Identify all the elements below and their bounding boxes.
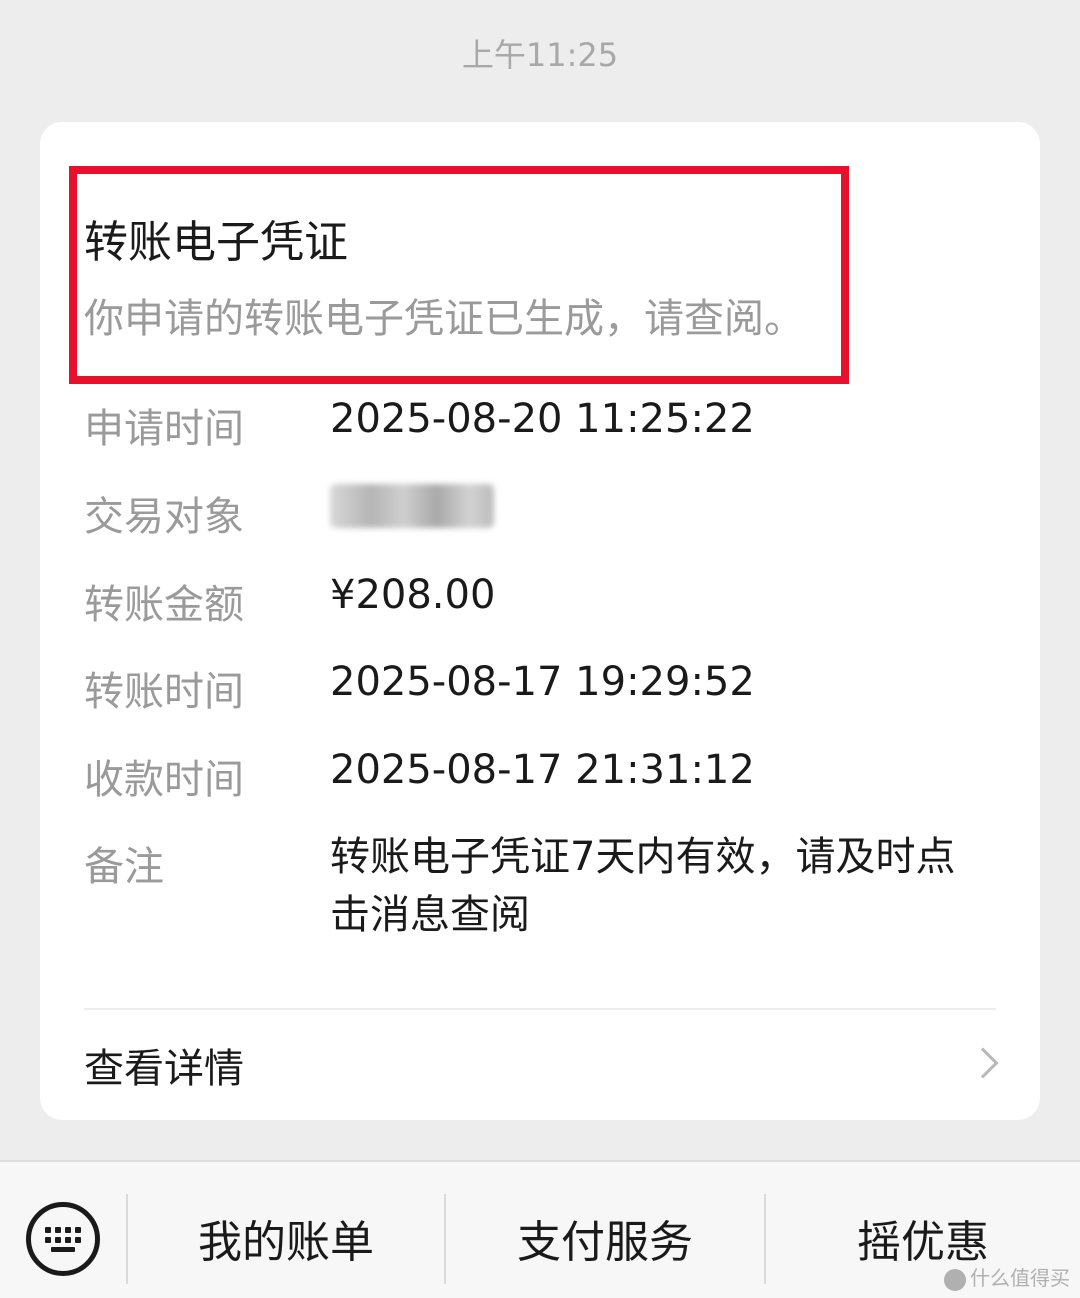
- menu-payment-services[interactable]: 支付服务: [446, 1206, 764, 1268]
- keyboard-icon[interactable]: [26, 1202, 100, 1276]
- menu-my-bills[interactable]: 我的账单: [128, 1206, 444, 1268]
- row-label-receive-time: 收款时间: [84, 757, 244, 803]
- row-value-amount: ¥208.00: [330, 572, 496, 618]
- card-subtitle: 你申请的转账电子凭证已生成，请查阅。: [84, 296, 804, 342]
- row-value-apply-time: 2025-08-20 11:25:22: [330, 396, 755, 442]
- watermark-text: 什么值得买: [970, 1266, 1070, 1290]
- row-value-note: 转账电子凭证7天内有效，请及时点击消息查阅: [330, 834, 956, 938]
- watermark: 什么值得买: [944, 1262, 1070, 1291]
- row-value-transfer-time: 2025-08-17 19:29:52: [330, 659, 755, 705]
- highlight-annotation-box: [69, 166, 849, 384]
- bottom-menu-bar: 我的账单 支付服务 摇优惠 什么值得买: [0, 1160, 1080, 1298]
- message-timestamp: 上午11:25: [461, 36, 619, 74]
- view-details-link[interactable]: 查看详情: [40, 1010, 1040, 1120]
- row-label-amount: 转账金额: [84, 582, 244, 628]
- view-details-label: 查看详情: [84, 1046, 244, 1092]
- row-label-transfer-time: 转账时间: [84, 669, 244, 715]
- transfer-voucher-card[interactable]: 转账电子凭证 你申请的转账电子凭证已生成，请查阅。 申请时间 2025-08-2…: [40, 122, 1040, 1120]
- counterparty-blurred-value: [330, 484, 494, 528]
- watermark-logo-icon: [944, 1268, 966, 1291]
- card-title: 转账电子凭证: [84, 217, 348, 268]
- row-label-counterparty: 交易对象: [84, 494, 244, 540]
- menu-shake-discounts[interactable]: 摇优惠: [766, 1206, 1080, 1268]
- row-label-note: 备注: [84, 844, 164, 890]
- row-value-receive-time: 2025-08-17 21:31:12: [330, 747, 755, 793]
- row-label-apply-time: 申请时间: [84, 406, 244, 452]
- chevron-right-icon: [967, 1047, 999, 1079]
